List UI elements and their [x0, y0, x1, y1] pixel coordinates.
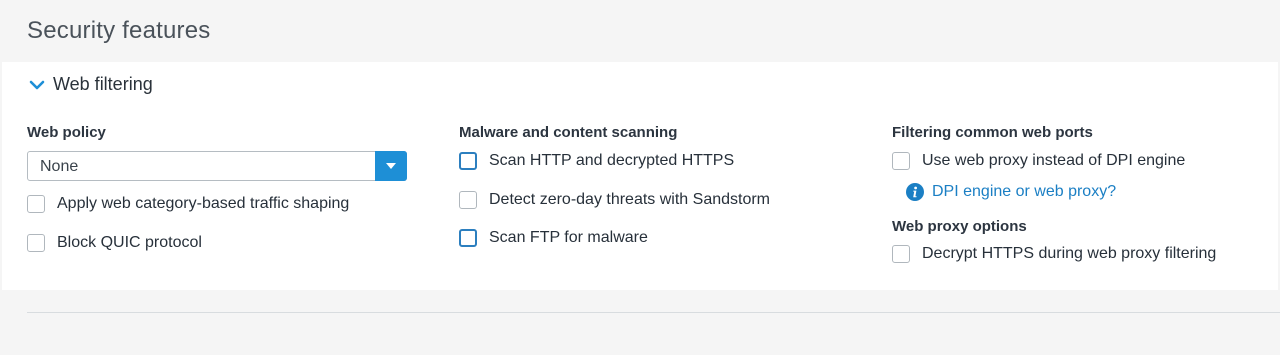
checkbox-label: Decrypt HTTPS during web proxy filtering: [922, 245, 1217, 262]
web-proxy-checkbox[interactable]: [892, 152, 910, 170]
block-quic-checkbox[interactable]: [27, 234, 45, 252]
info-icon: [906, 183, 924, 201]
page-title: Security features: [27, 17, 211, 44]
checkbox-label: Scan HTTP and decrypted HTTPS: [489, 152, 735, 169]
web-policy-column: Web policy None Apply web category-based…: [27, 124, 407, 254]
web-proxy-checkbox-row[interactable]: Use web proxy instead of DPI engine: [892, 150, 1216, 172]
section-label: Web filtering: [53, 73, 153, 94]
sandstorm-checkbox-row[interactable]: Detect zero-day threats with Sandstorm: [459, 189, 770, 211]
checkbox-label: Scan FTP for malware: [489, 229, 648, 246]
decrypt-https-checkbox[interactable]: [892, 245, 910, 263]
malware-scanning-column: Malware and content scanning Scan HTTP a…: [459, 124, 770, 249]
checkbox-label: Use web proxy instead of DPI engine: [922, 152, 1186, 169]
sandstorm-checkbox[interactable]: [459, 191, 477, 209]
web-policy-select[interactable]: None: [27, 151, 407, 181]
scan-ftp-checkbox-row[interactable]: Scan FTP for malware: [459, 227, 770, 249]
traffic-shaping-checkbox-row[interactable]: Apply web category-based traffic shaping: [27, 193, 407, 215]
caret-down-icon: [386, 163, 396, 169]
select-dropdown-button[interactable]: [375, 151, 407, 181]
web-policy-select-value: None: [40, 158, 79, 175]
malware-scanning-title: Malware and content scanning: [459, 124, 678, 141]
block-quic-checkbox-row[interactable]: Block QUIC protocol: [27, 232, 407, 254]
dpi-info-row: DPI engine or web proxy?: [906, 182, 1216, 202]
web-ports-column: Filtering common web ports Use web proxy…: [892, 124, 1216, 265]
checkbox-label: Apply web category-based traffic shaping: [57, 195, 350, 212]
web-filtering-panel: Web filtering Web policy None Apply web …: [2, 62, 1278, 290]
dpi-or-proxy-link[interactable]: DPI engine or web proxy?: [932, 183, 1116, 201]
scan-ftp-checkbox[interactable]: [459, 229, 477, 247]
scan-http-checkbox-row[interactable]: Scan HTTP and decrypted HTTPS: [459, 150, 770, 172]
filtering-ports-title: Filtering common web ports: [892, 124, 1093, 141]
decrypt-https-checkbox-row[interactable]: Decrypt HTTPS during web proxy filtering: [892, 243, 1216, 265]
scan-http-checkbox[interactable]: [459, 152, 477, 170]
traffic-shaping-checkbox[interactable]: [27, 195, 45, 213]
section-divider: [27, 312, 1280, 313]
checkbox-label: Detect zero-day threats with Sandstorm: [489, 191, 771, 208]
web-proxy-options-title: Web proxy options: [892, 218, 1027, 235]
web-policy-title: Web policy: [27, 124, 106, 141]
checkbox-label: Block QUIC protocol: [57, 234, 202, 251]
page-header: Security features: [0, 0, 1280, 62]
web-filtering-toggle[interactable]: Web filtering: [29, 72, 153, 96]
chevron-down-icon: [29, 78, 45, 90]
